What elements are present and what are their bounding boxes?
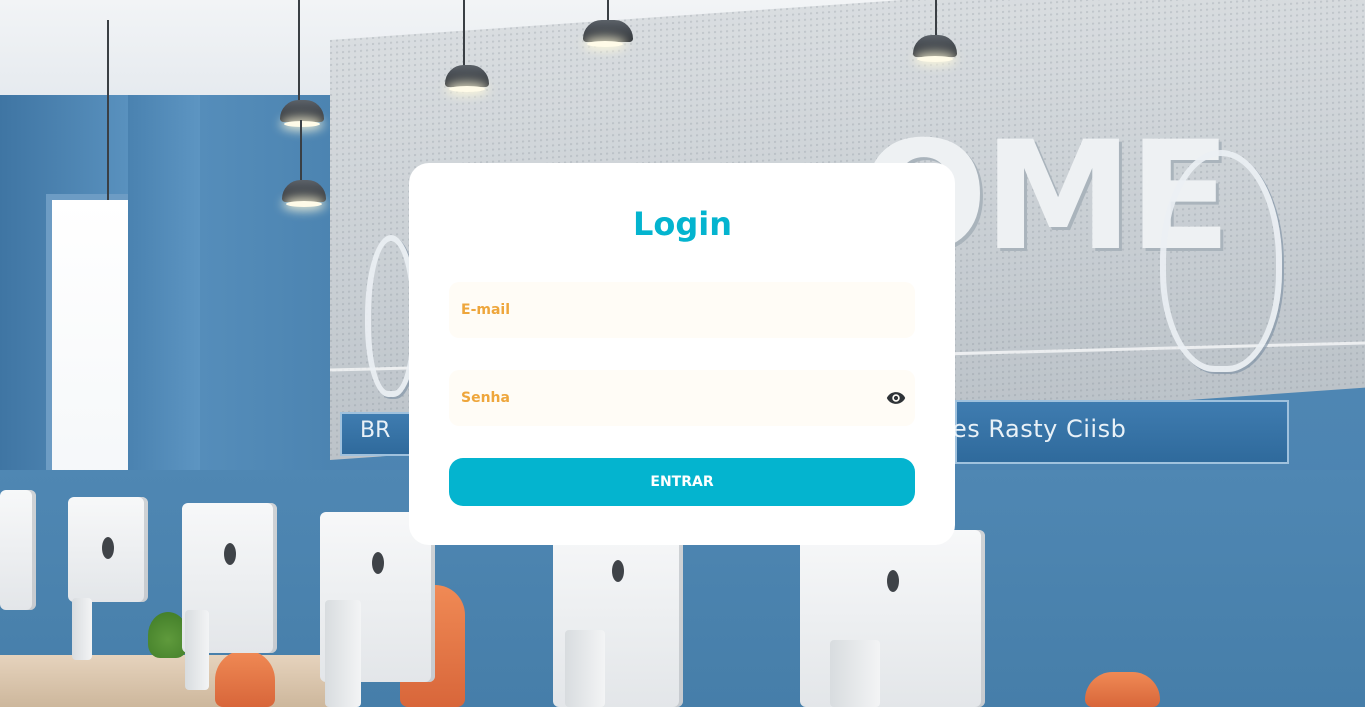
wall-sign-left-text: BR — [360, 418, 391, 443]
password-input[interactable] — [449, 370, 915, 426]
eye-icon[interactable] — [885, 388, 907, 408]
monitor-stand — [185, 610, 209, 690]
chair — [1085, 672, 1160, 707]
chair — [215, 650, 275, 707]
lamp-cord — [300, 120, 302, 180]
submit-button[interactable]: ENTRAR — [449, 458, 915, 506]
monitor-stand — [325, 600, 361, 707]
monitor-stand — [72, 598, 92, 660]
password-field[interactable] — [449, 370, 915, 426]
email-field[interactable] — [449, 282, 915, 338]
email-input[interactable] — [449, 282, 915, 338]
monitor-stand — [565, 630, 605, 707]
lamp-cord — [298, 0, 300, 100]
lamp-cord — [463, 0, 465, 65]
monitor — [800, 530, 985, 707]
monitor — [68, 497, 148, 602]
ceiling-lamp — [583, 20, 633, 47]
wall-logo-right — [1160, 150, 1282, 372]
lamp-cord — [607, 0, 609, 20]
desk — [0, 655, 330, 707]
login-title: Login — [632, 205, 733, 243]
lamp-cord — [107, 20, 109, 200]
monitor-stand — [830, 640, 880, 707]
wall-sign-text: es Rasty Ciisb — [952, 415, 1127, 443]
monitor — [0, 490, 36, 610]
lamp-cord — [935, 0, 937, 35]
